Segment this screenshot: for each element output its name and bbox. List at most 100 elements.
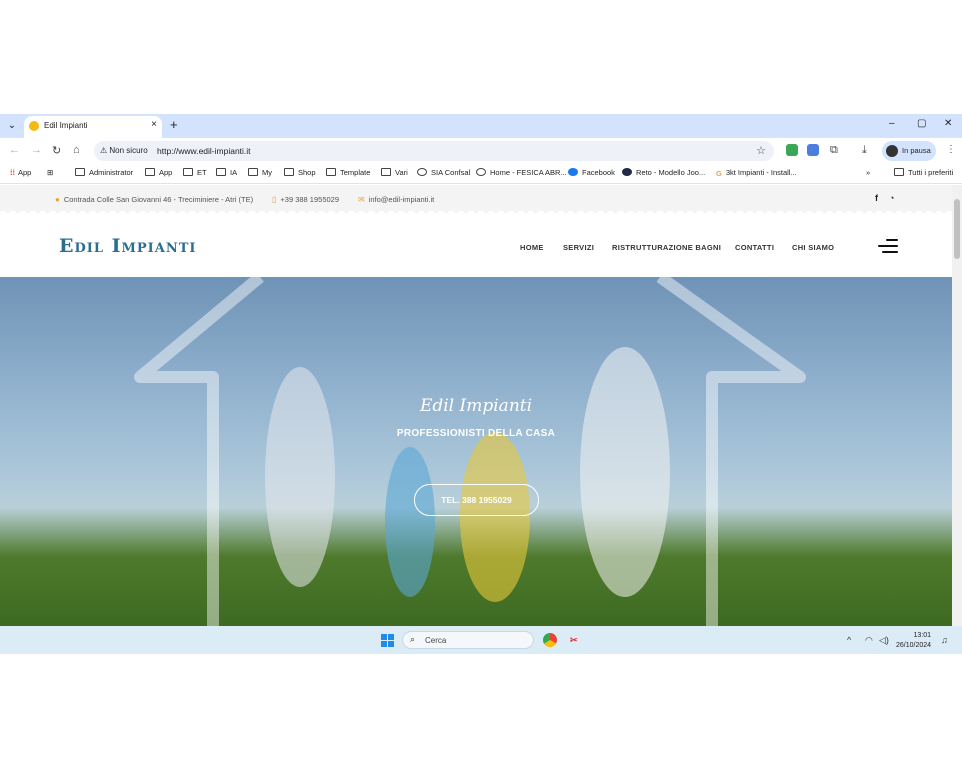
site-icon: G <box>716 169 722 178</box>
person-father <box>580 347 670 597</box>
apps-grid-icon: ⁞⁞ <box>10 168 15 177</box>
email-link[interactable]: ✉ info@edil-impianti.it <box>358 195 434 204</box>
maximize-button[interactable]: ▢ <box>917 118 926 129</box>
nav-home[interactable]: HOME <box>520 243 544 252</box>
nav-contatti[interactable]: CONTATTI <box>735 243 774 252</box>
facebook-icon[interactable]: f <box>875 193 878 203</box>
site-header: Edil Impianti HOME SERVIZI RISTRUTTURAZI… <box>0 216 952 277</box>
tab-strip: ⌄ Edil Impianti × + – ▢ ✕ <box>0 114 962 138</box>
address-bar[interactable]: ⚠ Non sicuro http://www.edil-impianti.it… <box>94 141 774 161</box>
back-button[interactable]: ← <box>9 144 20 156</box>
whatsapp-icon[interactable]: ◔ <box>889 193 894 203</box>
forward-button[interactable]: → <box>31 144 42 156</box>
bookmark-label: App <box>159 168 173 177</box>
bookmark-label: App <box>18 168 32 177</box>
clock-date: 26/10/2024 <box>896 642 932 649</box>
facebook-icon <box>568 168 578 176</box>
notification-bell-icon[interactable]: ♫ <box>941 635 948 645</box>
bookmark-sia-confsal[interactable]: SIA Confsal <box>417 168 470 177</box>
tab-title: Edil Impianti <box>44 121 88 130</box>
bookmark-facebook[interactable]: Facebook <box>568 168 615 177</box>
bookmark-fesica[interactable]: Home - FESICA ABR... <box>476 168 567 177</box>
chrome-taskbar-icon[interactable] <box>543 633 557 647</box>
tab-edil-impianti[interactable]: Edil Impianti × <box>24 116 162 138</box>
start-tile <box>388 641 394 647</box>
windows-start-icon[interactable] <box>381 634 395 648</box>
site-topbar: ● Contrada Colle San Giovanni 46 - Trecim… <box>0 185 952 213</box>
bookmark-label: Facebook <box>582 168 615 177</box>
site-logo[interactable]: Edil Impianti <box>59 235 196 257</box>
bookmark-label: Vari <box>395 168 408 177</box>
bookmark-star-icon[interactable]: ☆ <box>756 144 766 157</box>
extension-shield-icon[interactable] <box>786 144 798 156</box>
bookmark-reto[interactable]: Reto - Modello Joo... <box>622 168 705 177</box>
nav-chi-siamo[interactable]: CHI SIAMO <box>792 243 834 252</box>
bookmark-label: SIA Confsal <box>431 168 471 177</box>
hero-subtitle: PROFESSIONISTI DELLA CASA <box>396 428 556 439</box>
url-text[interactable]: http://www.edil-impianti.it <box>157 146 251 156</box>
browser-window: ⌄ Edil Impianti × + – ▢ ✕ ← → ↻ ⌂ ⚠ Non … <box>0 114 962 654</box>
website-viewport: ● Contrada Colle San Giovanni 46 - Trecim… <box>0 185 952 626</box>
home-icon[interactable]: ⌂ <box>73 144 80 156</box>
folder-icon <box>145 168 155 176</box>
browser-menu-icon[interactable]: ⋮ <box>946 144 956 155</box>
system-clock[interactable]: 13:01 26/10/2024 <box>896 631 931 651</box>
extensions-puzzle-icon[interactable]: ⧉ <box>830 144 838 157</box>
tab-close-icon[interactable]: × <box>151 119 157 130</box>
bookmark-label: Administrator <box>89 168 134 177</box>
all-bookmarks-folder[interactable]: Tutti i preferiti <box>894 168 953 177</box>
profile-status: In pausa <box>902 146 931 155</box>
mail-icon: ✉ <box>358 195 365 204</box>
bookmark-folder-ia[interactable]: IA <box>216 168 237 177</box>
house-arrow-left <box>134 277 264 626</box>
folder-icon <box>183 168 193 176</box>
not-secure-indicator[interactable]: ⚠ Non sicuro <box>100 146 148 155</box>
start-tile <box>381 641 387 647</box>
volume-icon[interactable]: ◁) <box>879 635 889 646</box>
hamburger-line <box>882 251 898 253</box>
call-button[interactable]: TEL. 388 1955029 <box>414 484 539 516</box>
folder-icon <box>381 168 391 176</box>
page-scrollbar[interactable] <box>952 185 962 626</box>
tab-groups-icon[interactable]: ⊞ <box>47 168 53 177</box>
bookmark-folder-app[interactable]: App <box>145 168 172 177</box>
bookmark-3kt-impianti[interactable]: G 3kt Impianti - Install... <box>716 168 797 178</box>
bookmark-label: Home - FESICA ABR... <box>490 168 567 177</box>
browser-toolbar: ← → ↻ ⌂ ⚠ Non sicuro http://www.edil-imp… <box>0 138 962 164</box>
show-hidden-icons-icon[interactable]: ^ <box>847 635 851 645</box>
bookmark-label: Reto - Modello Joo... <box>636 168 706 177</box>
scrollbar-thumb[interactable] <box>954 199 960 259</box>
bookmark-folder-et[interactable]: ET <box>183 168 207 177</box>
bookmark-folder-administrator[interactable]: Administrator <box>75 168 133 177</box>
snipping-tool-icon[interactable]: ✂ <box>570 635 578 646</box>
search-icon: ⌕ <box>410 634 416 644</box>
profile-button[interactable]: In pausa <box>882 141 936 161</box>
bookmark-label: Shop <box>298 168 316 177</box>
not-secure-label: Non sicuro <box>109 146 148 155</box>
bookmark-folder-template[interactable]: Template <box>326 168 370 177</box>
nav-servizi[interactable]: SERVIZI <box>563 243 594 252</box>
windows-taskbar: ⌕ Cerca ✂ ^ ◠ ◁) 13:01 26/10/2024 ♫ <box>0 626 962 654</box>
hamburger-menu-icon[interactable] <box>878 239 898 253</box>
close-window-button[interactable]: ✕ <box>944 118 952 129</box>
phone-link[interactable]: ▯ +39 388 1955029 <box>272 195 339 204</box>
hamburger-line <box>886 239 898 241</box>
bookmark-folder-shop[interactable]: Shop <box>284 168 316 177</box>
translate-extension-icon[interactable] <box>807 144 819 156</box>
new-tab-button[interactable]: + <box>170 117 178 132</box>
nav-ristrutturazione-bagni[interactable]: RISTRUTTURAZIONE BAGNI <box>612 243 721 252</box>
reload-button[interactable]: ↻ <box>52 144 61 157</box>
bookmark-label: My <box>262 168 272 177</box>
bookmarks-overflow-button[interactable]: » <box>866 168 870 177</box>
start-tile <box>381 634 387 640</box>
bookmark-folder-my[interactable]: My <box>248 168 272 177</box>
bookmark-apps[interactable]: ⁞⁞ App <box>10 168 31 177</box>
site-favicon-icon <box>29 121 39 131</box>
minimize-button[interactable]: – <box>889 118 895 129</box>
tab-search-icon[interactable]: ⌄ <box>4 118 20 134</box>
folder-icon <box>326 168 336 176</box>
bookmark-folder-vari[interactable]: Vari <box>381 168 408 177</box>
download-icon[interactable]: ⤓ <box>862 144 867 157</box>
taskbar-search[interactable]: ⌕ Cerca <box>402 631 534 649</box>
wifi-icon[interactable]: ◠ <box>865 635 873 646</box>
